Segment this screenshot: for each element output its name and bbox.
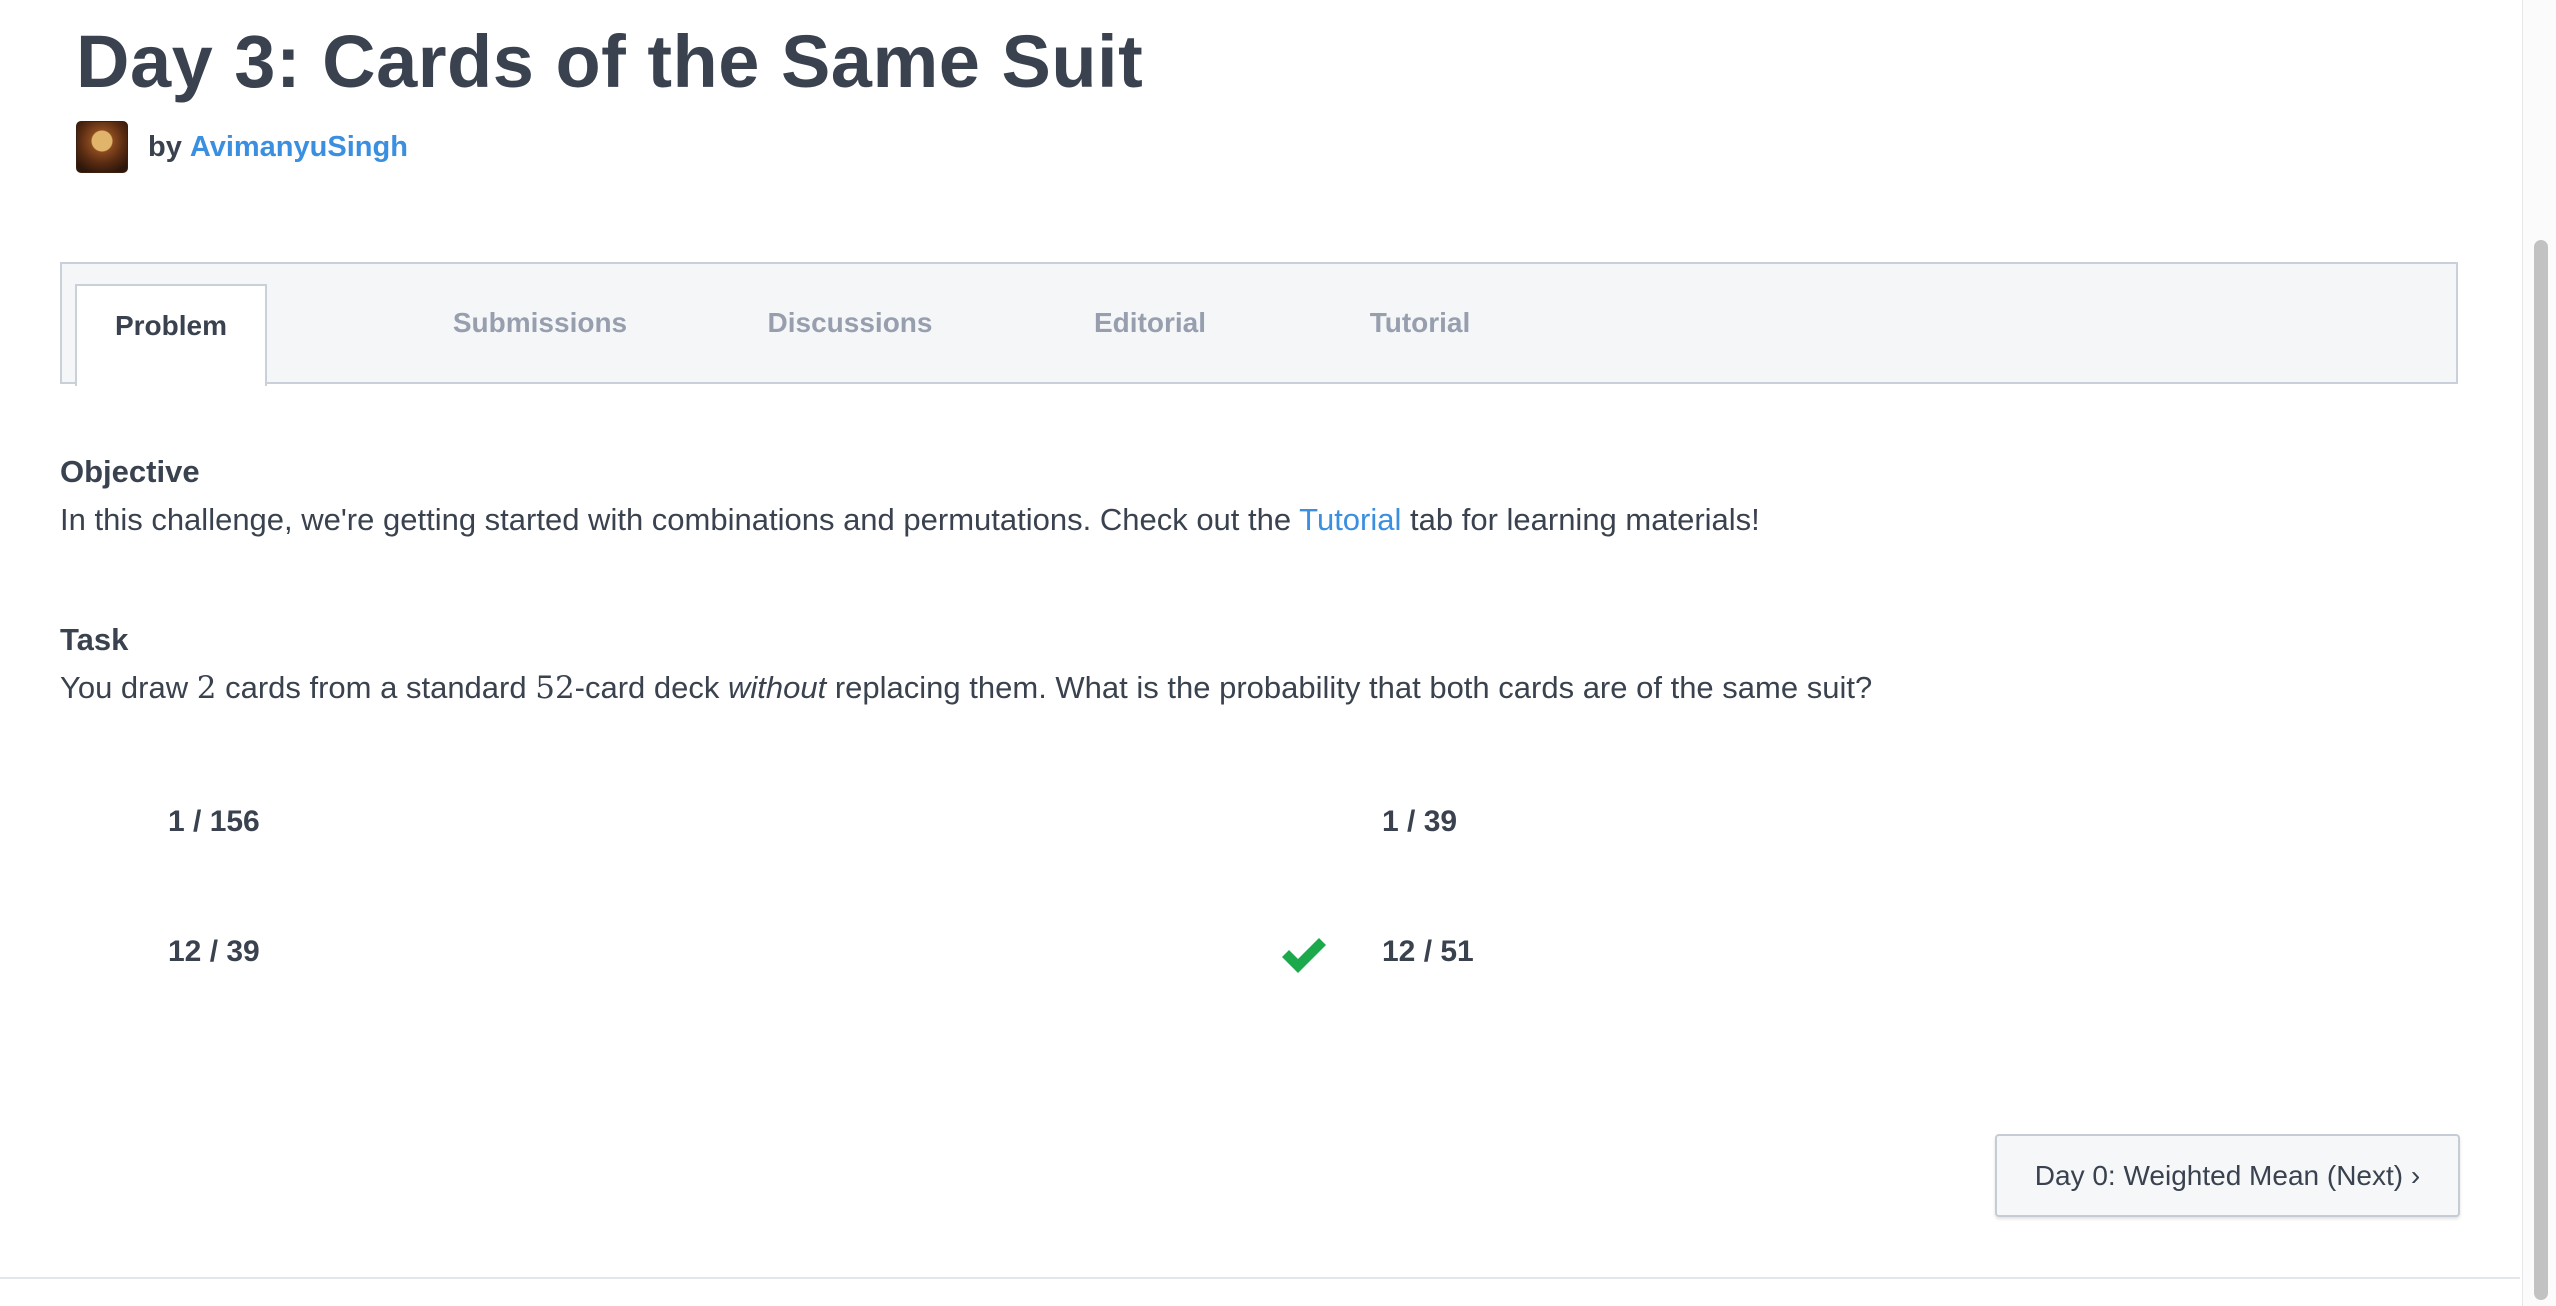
objective-text: In this challenge, we're getting started… xyxy=(60,502,1760,538)
challenge-tabs: Problem Submissions Discussions Editoria… xyxy=(60,262,2458,386)
check-icon xyxy=(1282,938,1326,973)
page-title: Day 3: Cards of the Same Suit xyxy=(76,20,1144,103)
task-text-1: You draw xyxy=(60,670,197,705)
answer-option[interactable]: 12 / 39 xyxy=(168,935,260,969)
author-byline: by AvimanyuSingh xyxy=(76,121,408,173)
divider xyxy=(0,1277,2520,1279)
tab-discussions[interactable]: Discussions xyxy=(712,264,988,382)
tab-problem[interactable]: Problem xyxy=(75,284,267,386)
tab-submissions[interactable]: Submissions xyxy=(402,264,678,382)
task-emphasis: without xyxy=(728,670,827,705)
answer-option[interactable]: 1 / 156 xyxy=(168,805,260,839)
tab-editorial[interactable]: Editorial xyxy=(1030,264,1270,382)
objective-text-after: tab for learning materials! xyxy=(1401,502,1760,537)
tab-tutorial[interactable]: Tutorial xyxy=(1300,264,1540,382)
answer-option-correct[interactable]: 12 / 51 xyxy=(1382,935,1474,969)
task-text-4: replacing them. What is the probability … xyxy=(826,670,1873,705)
task-heading: Task xyxy=(60,622,129,657)
task-text: You draw 2 cards from a standard 52-card… xyxy=(60,670,1872,706)
tutorial-link[interactable]: Tutorial xyxy=(1299,502,1401,537)
objective-heading: Objective xyxy=(60,454,200,489)
next-challenge-button[interactable]: Day 0: Weighted Mean (Next) › xyxy=(1995,1134,2460,1217)
task-text-2: cards from a standard xyxy=(216,670,536,705)
objective-text-before: In this challenge, we're getting started… xyxy=(60,502,1300,537)
author-avatar[interactable] xyxy=(76,121,128,173)
answer-option[interactable]: 1 / 39 xyxy=(1382,805,1457,839)
author-link[interactable]: AvimanyuSingh xyxy=(190,131,408,164)
scrollbar-thumb[interactable] xyxy=(2534,240,2548,1300)
deck-size: 52 xyxy=(535,670,575,706)
by-label: by xyxy=(148,130,182,163)
card-count: 2 xyxy=(196,670,217,706)
task-text-3: -card deck xyxy=(574,670,729,705)
